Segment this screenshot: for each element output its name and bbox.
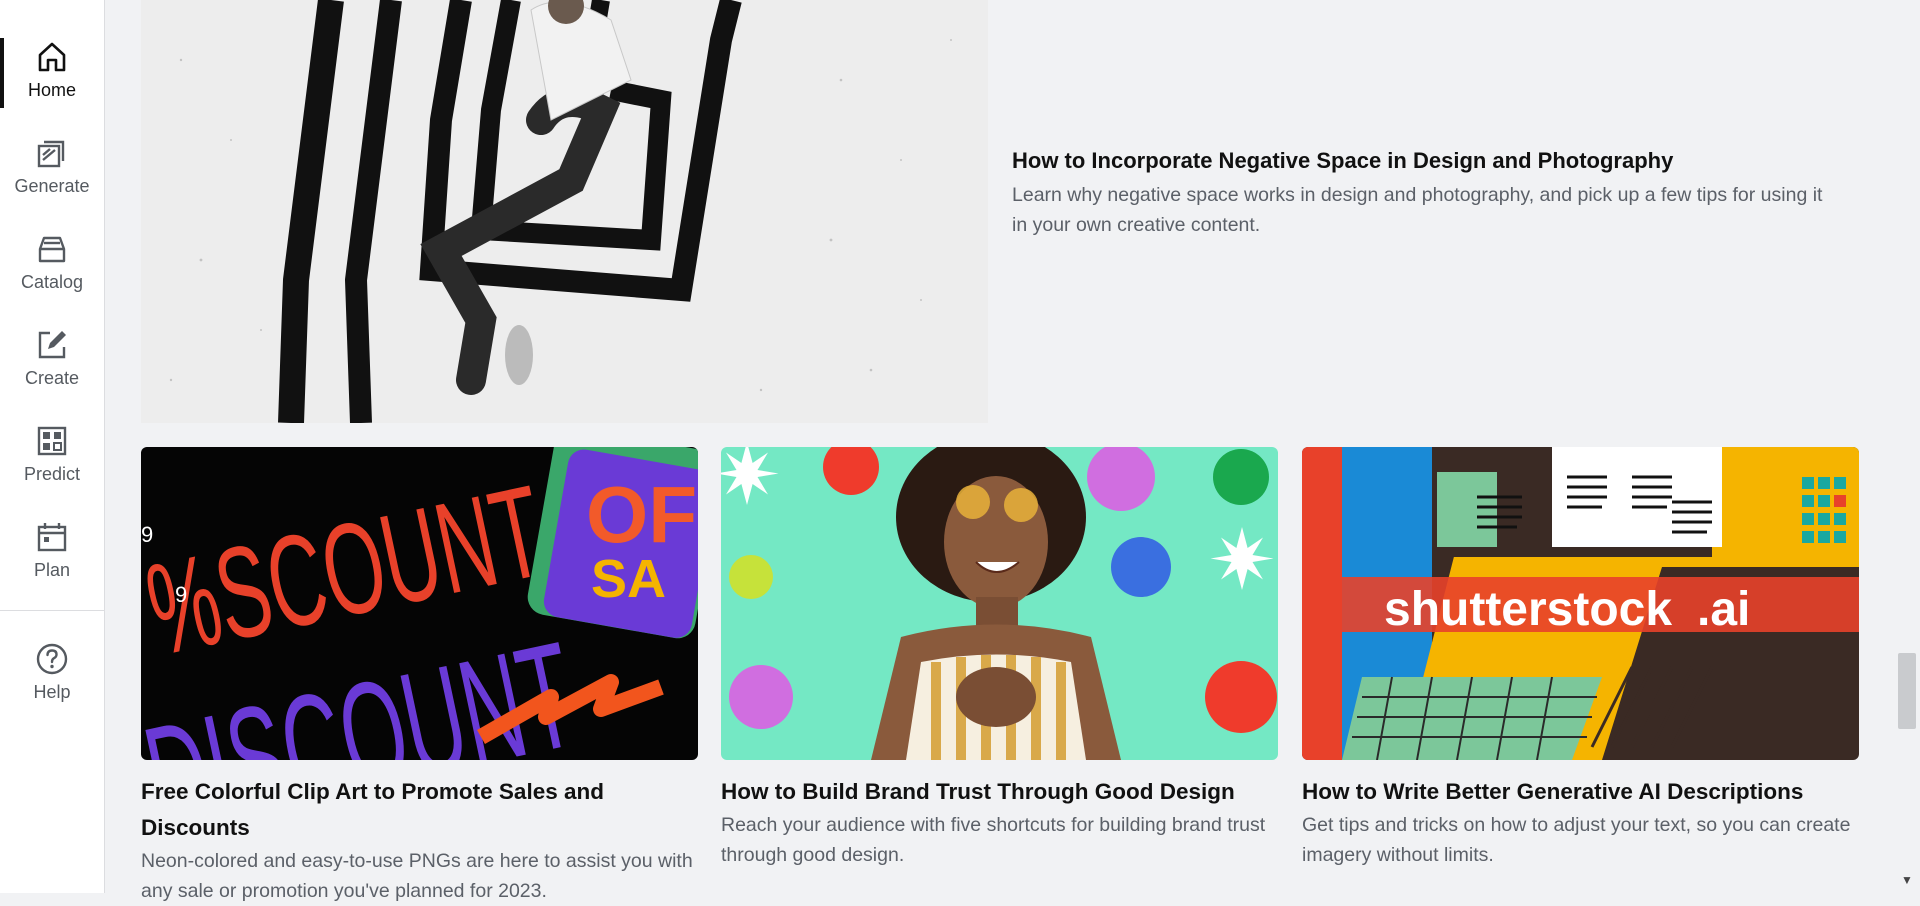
predict-icon (37, 426, 67, 455)
create-icon (38, 330, 66, 358)
help-icon (36, 643, 68, 674)
sidebar-item-label: Predict (23, 463, 81, 484)
featured-article-image[interactable] (141, 0, 988, 423)
scroll-down-icon[interactable]: ▼ (1898, 872, 1916, 888)
sidebar-item-create[interactable]: Create (0, 318, 104, 398)
article-card-description: Neon-colored and easy-to-use PNGs are he… (141, 850, 693, 902)
sidebar-item-label: Create (24, 367, 80, 388)
svg-text:9: 9 (141, 522, 153, 547)
article-card[interactable]: %SCOUNT DISCOUNT OF SA 9 9 Free Colorful… (141, 447, 698, 906)
svg-text:OF: OF (586, 470, 697, 559)
article-card-image: %SCOUNT DISCOUNT OF SA 9 9 (141, 447, 698, 760)
svg-text:SA: SA (591, 549, 666, 609)
svg-text:shutterstock: shutterstock (1384, 583, 1672, 636)
article-card-image: shutterstock .ai (1302, 447, 1859, 760)
page-scrollbar[interactable] (1896, 0, 1920, 893)
article-card-title[interactable]: Free Colorful Clip Art to Promote Sales … (141, 774, 698, 846)
sidebar: Home Generate Catalog Create Predict Pla… (0, 0, 105, 893)
featured-article-title[interactable]: How to Incorporate Negative Space in Des… (1012, 146, 1842, 176)
article-card-description: Get tips and tricks on how to adjust you… (1302, 814, 1851, 866)
sidebar-item-label: Catalog (20, 271, 84, 292)
catalog-icon (38, 236, 66, 262)
sidebar-item-plan[interactable]: Plan (0, 510, 104, 590)
sidebar-item-label: Plan (33, 559, 71, 580)
generate-icon (37, 140, 65, 167)
home-icon (38, 42, 66, 71)
scrollbar-thumb[interactable] (1898, 653, 1916, 729)
featured-article-description: Learn why negative space works in design… (1012, 184, 1823, 236)
sidebar-item-label: Help (33, 681, 71, 702)
article-card-description: Reach your audience with five shortcuts … (721, 814, 1266, 866)
sidebar-item-generate[interactable]: Generate (0, 126, 104, 206)
article-card-title[interactable]: How to Write Better Generative AI Descri… (1302, 774, 1859, 810)
svg-text:.ai: .ai (1697, 583, 1750, 636)
sidebar-divider (0, 610, 104, 611)
sidebar-item-label: Generate (14, 175, 90, 196)
article-card-image (721, 447, 1278, 760)
article-card-title[interactable]: How to Build Brand Trust Through Good De… (721, 774, 1278, 810)
article-card[interactable]: shutterstock .ai How to Write Better Gen… (1302, 447, 1859, 870)
sidebar-item-label: Home (27, 79, 76, 100)
sidebar-item-help[interactable]: Help (0, 632, 104, 712)
article-card[interactable]: How to Build Brand Trust Through Good De… (721, 447, 1278, 870)
sidebar-item-home[interactable]: Home (0, 30, 104, 110)
featured-illustration (141, 0, 988, 423)
plan-icon (37, 522, 67, 551)
sidebar-item-predict[interactable]: Predict (0, 414, 104, 494)
svg-text:9: 9 (175, 582, 187, 607)
sidebar-item-catalog[interactable]: Catalog (0, 222, 104, 302)
